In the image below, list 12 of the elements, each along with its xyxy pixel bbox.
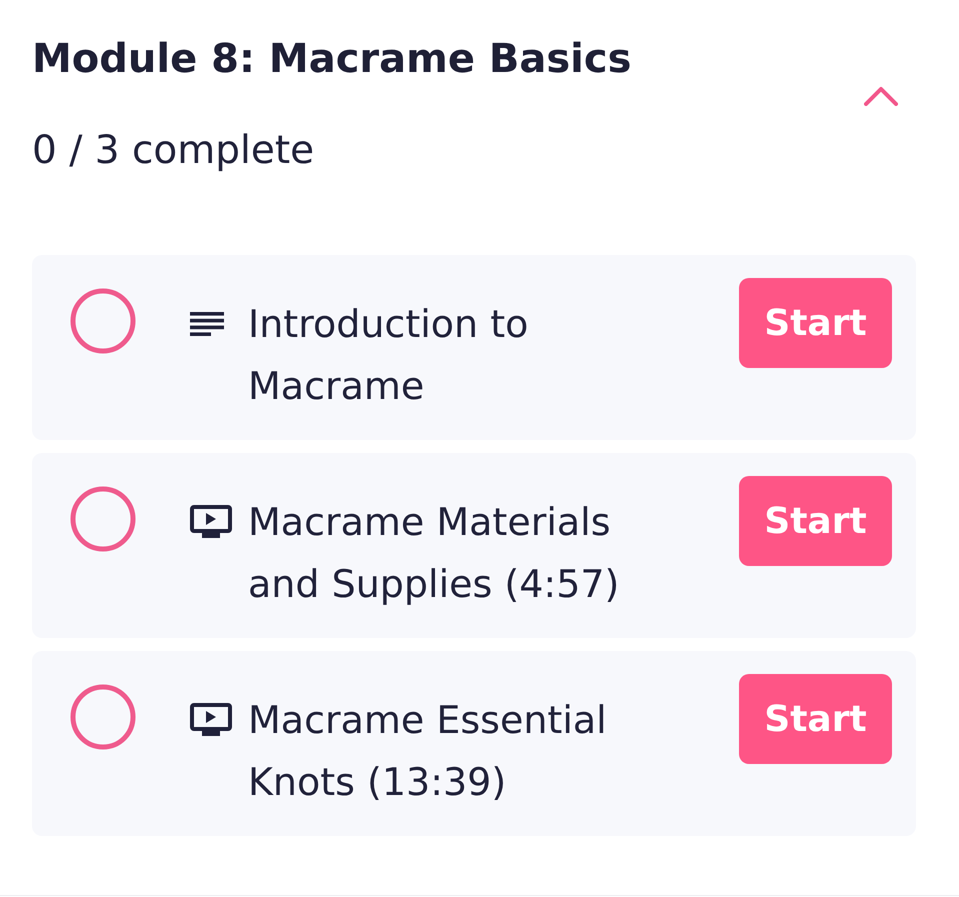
lesson-title: Macrame Materials and Supplies (4:57) [248, 499, 620, 608]
video-screen-icon [190, 703, 232, 737]
lesson-title: Introduction to Macrame [248, 301, 530, 410]
start-button[interactable]: Start [739, 674, 892, 764]
video-screen-icon [190, 505, 232, 539]
lesson-title: Macrame Essential Knots (13:39) [248, 697, 608, 806]
start-button[interactable]: Start [739, 278, 892, 368]
chevron-icon[interactable] [864, 86, 898, 106]
module-title: Module 8: Macrame Basics [32, 35, 632, 83]
start-button[interactable]: Start [739, 476, 892, 566]
text-lines-icon [190, 312, 224, 336]
progress-text: 0 / 3 complete [32, 127, 316, 175]
